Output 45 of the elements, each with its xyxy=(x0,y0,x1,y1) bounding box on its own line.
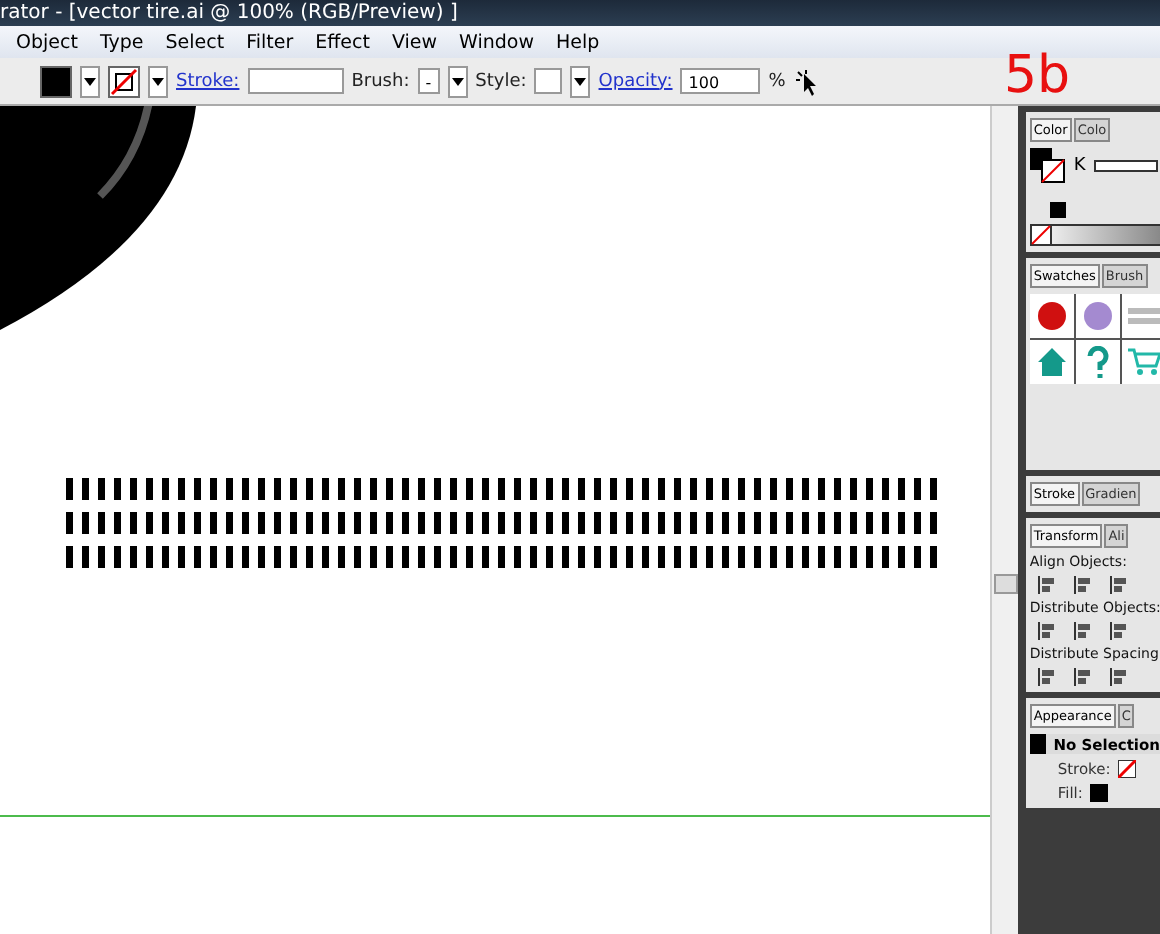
question-mark-icon[interactable] xyxy=(1085,346,1110,378)
menu-item[interactable]: View xyxy=(391,31,438,53)
no-stroke-swatch[interactable] xyxy=(108,65,140,97)
scrollbar-thumb[interactable] xyxy=(994,574,1018,594)
stroke-link[interactable]: Stroke: xyxy=(176,71,240,91)
align-icon[interactable] xyxy=(1109,576,1130,594)
brush-field[interactable]: - xyxy=(417,68,440,94)
align-icon[interactable] xyxy=(1109,622,1130,640)
no-stroke-swatch[interactable] xyxy=(1118,760,1137,778)
percent-label: % xyxy=(768,71,786,91)
menu-item[interactable]: Help xyxy=(555,31,600,53)
style-field[interactable] xyxy=(534,68,563,94)
cursor-star-icon[interactable] xyxy=(793,67,822,95)
step-label: 5b xyxy=(1004,46,1071,106)
stripe-swatch[interactable] xyxy=(1127,308,1160,324)
menu-item[interactable]: Select xyxy=(165,31,225,53)
menu-item[interactable]: Filter xyxy=(246,31,294,53)
opacity-field[interactable]: 100 xyxy=(680,68,761,94)
align-icon[interactable] xyxy=(1037,668,1058,686)
menu-item[interactable]: Type xyxy=(99,31,144,53)
k-track[interactable] xyxy=(1093,160,1158,172)
menu-item[interactable]: Effect xyxy=(315,31,370,53)
align-icon[interactable] xyxy=(1037,576,1058,594)
align-icon[interactable] xyxy=(1037,622,1058,640)
window-title: rator - [vector tire.ai @ 100% (RGB/Preview) ] xyxy=(0,0,1160,26)
style-label: Style: xyxy=(475,71,527,91)
sphere-swatch[interactable] xyxy=(1035,300,1068,332)
brush-label: Brush: xyxy=(351,71,410,91)
sphere-swatch[interactable] xyxy=(1081,300,1114,332)
fill-stroke-icon[interactable] xyxy=(1029,148,1066,184)
color-ramp[interactable] xyxy=(1029,224,1160,246)
fill-swatch[interactable] xyxy=(1090,784,1109,802)
swatch-icon xyxy=(1029,734,1046,754)
house-icon[interactable] xyxy=(1035,346,1068,378)
stroke-weight-field[interactable] xyxy=(247,68,344,94)
align-icon[interactable] xyxy=(1073,622,1094,640)
opacity-link[interactable]: Opacity: xyxy=(598,71,673,91)
last-color-swatch[interactable] xyxy=(1049,202,1066,218)
fill-swatch[interactable] xyxy=(40,65,72,97)
align-icon[interactable] xyxy=(1073,576,1094,594)
channel-label: K xyxy=(1073,156,1086,176)
align-icon[interactable] xyxy=(1109,668,1130,686)
menu-item[interactable]: Object xyxy=(16,31,78,53)
menu-item[interactable]: Window xyxy=(459,31,534,53)
align-icon[interactable] xyxy=(1073,668,1094,686)
